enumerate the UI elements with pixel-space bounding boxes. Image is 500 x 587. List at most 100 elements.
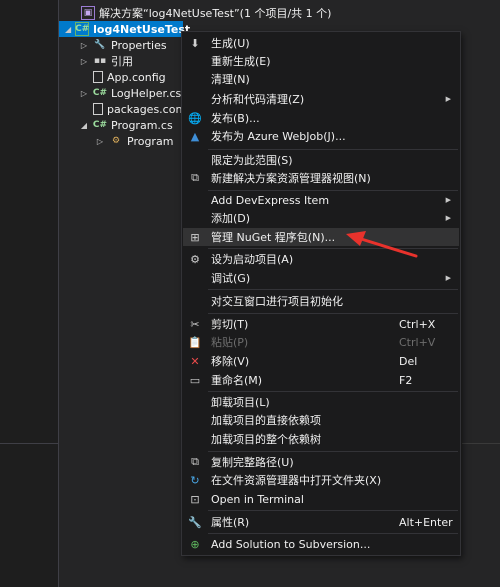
new-view-icon: ⧉ xyxy=(191,171,199,184)
menu-item-load-dep-tree[interactable]: 加载项目的整个依赖树 xyxy=(183,430,459,448)
tree-item-label: Properties xyxy=(111,38,167,52)
expand-arrow-icon[interactable]: ▷ xyxy=(95,137,105,146)
menu-item-label: 复制完整路径(U) xyxy=(211,456,294,469)
tree-item-program-cs[interactable]: ◢ C# Program.cs xyxy=(79,117,173,133)
menu-item-label: 限定为此范围(S) xyxy=(211,154,293,167)
menu-item-label: 添加(D) xyxy=(211,212,251,225)
menu-item-label: 管理 NuGet 程序包(N)... xyxy=(211,231,336,244)
rename-icon: ▭ xyxy=(189,373,201,387)
tree-item-program-class[interactable]: ▷ ⚙ Program xyxy=(95,133,174,149)
menu-item-label: 剪切(T) xyxy=(211,318,249,331)
build-icon: ⬇ xyxy=(190,36,200,50)
tree-item-loghelper[interactable]: ▷ C# LogHelper.cs xyxy=(79,85,181,101)
terminal-icon: ⊡ xyxy=(190,492,200,506)
solution-icon: ▣ xyxy=(81,6,95,20)
menu-item-label: 清理(N) xyxy=(211,73,250,86)
menu-item-rename[interactable]: ▭ 重命名(M) F2 xyxy=(183,371,459,389)
menu-item-interactive-init[interactable]: 对交互窗口进行项目初始化 xyxy=(183,292,459,310)
menu-item-open-terminal[interactable]: ⊡ Open in Terminal xyxy=(183,490,459,508)
menu-item-cut[interactable]: ✂ 剪切(T) Ctrl+X xyxy=(183,315,459,333)
menu-item-load-direct-deps[interactable]: 加载项目的直接依赖项 xyxy=(183,411,459,429)
config-file-icon xyxy=(93,103,103,115)
menu-item-copy-path[interactable]: ⧉ 复制完整路径(U) xyxy=(183,453,459,471)
paste-icon: 📋 xyxy=(188,335,202,349)
menu-item-properties[interactable]: 🔧 属性(R) Alt+Enter xyxy=(183,513,459,531)
tree-item-label: LogHelper.cs xyxy=(111,86,182,100)
gear-icon: ⚙ xyxy=(190,252,200,266)
menu-separator xyxy=(208,533,458,534)
menu-item-shortcut: Alt+Enter xyxy=(399,515,453,529)
menu-item-remove[interactable]: ✕ 移除(V) Del xyxy=(183,352,459,370)
menu-item-label: Open in Terminal xyxy=(211,492,304,506)
expand-arrow-icon[interactable]: ▷ xyxy=(79,89,89,98)
subversion-icon: ⊕ xyxy=(190,537,200,551)
menu-item-scope[interactable]: 限定为此范围(S) xyxy=(183,151,459,169)
menu-item-add[interactable]: 添加(D) ▶ xyxy=(183,209,459,227)
solution-label: 解决方案“log4NetUseTest”(1 个项目/共 1 个) xyxy=(99,7,332,20)
globe-icon: 🌐 xyxy=(188,111,202,125)
menu-item-label: 卸载项目(L) xyxy=(211,396,270,409)
delete-icon: ✕ xyxy=(190,354,200,368)
tree-item-label: 引用 xyxy=(111,55,133,68)
menu-item-clean[interactable]: 清理(N) xyxy=(183,70,459,88)
collapse-arrow-icon[interactable]: ◢ xyxy=(79,121,89,130)
project-node[interactable]: ◢ C# log4NetUseTest xyxy=(59,21,190,37)
expand-arrow-icon[interactable]: ▷ xyxy=(79,41,89,50)
menu-item-devexpress[interactable]: Add DevExpress Item ▶ xyxy=(183,191,459,209)
menu-item-label: 移除(V) xyxy=(211,355,250,368)
left-panel xyxy=(0,0,58,587)
collapse-arrow-icon[interactable]: ◢ xyxy=(65,25,71,34)
menu-item-label: 加载项目的直接依赖项 xyxy=(211,414,321,427)
csharp-file-icon: C# xyxy=(92,120,108,130)
expand-arrow-icon[interactable]: ▷ xyxy=(79,57,89,66)
scissors-icon: ✂ xyxy=(190,317,200,331)
tree-item-label: Program.cs xyxy=(111,118,173,132)
menu-item-build[interactable]: ⬇ 生成(U) xyxy=(183,34,459,52)
menu-item-debug[interactable]: 调试(G) ▶ xyxy=(183,269,459,287)
menu-item-new-view[interactable]: ⧉ 新建解决方案资源管理器视图(N) xyxy=(183,169,459,187)
menu-item-open-folder[interactable]: ↻ 在文件资源管理器中打开文件夹(X) xyxy=(183,471,459,489)
menu-item-shortcut: Ctrl+V xyxy=(399,335,436,349)
azure-icon: ▲ xyxy=(190,129,200,143)
menu-item-label: 对交互窗口进行项目初始化 xyxy=(211,295,343,308)
menu-item-shortcut: Ctrl+X xyxy=(399,317,436,331)
menu-item-label: 重新生成(E) xyxy=(211,55,271,68)
menu-item-publish-azure[interactable]: ▲ 发布为 Azure WebJob(J)... xyxy=(183,127,459,145)
menu-item-manage-nuget[interactable]: ⊞ 管理 NuGet 程序包(N)... xyxy=(183,228,459,246)
tree-item-label: Program xyxy=(127,134,174,148)
csharp-file-icon: C# xyxy=(92,88,108,98)
right-panel-edge xyxy=(462,0,500,587)
submenu-arrow-icon: ▶ xyxy=(445,196,451,204)
menu-item-label: 生成(U) xyxy=(211,37,250,50)
menu-item-label: 设为启动项目(A) xyxy=(211,253,294,266)
tree-item-properties[interactable]: ▷ 🔧 Properties xyxy=(79,37,167,53)
references-icon: ▪▪ xyxy=(93,56,107,66)
menu-item-set-startup[interactable]: ⚙ 设为启动项目(A) xyxy=(183,250,459,268)
tree-item-app-config[interactable]: App.config xyxy=(93,69,166,85)
menu-item-shortcut: F2 xyxy=(399,373,413,387)
menu-item-add-subversion[interactable]: ⊕ Add Solution to Subversion... xyxy=(183,535,459,553)
class-icon: ⚙ xyxy=(111,136,121,146)
panel-divider xyxy=(0,443,58,444)
solution-node[interactable]: ▣ 解决方案“log4NetUseTest”(1 个项目/共 1 个) xyxy=(67,5,331,21)
menu-item-label: 重命名(M) xyxy=(211,374,263,387)
menu-item-label: 新建解决方案资源管理器视图(N) xyxy=(211,172,371,185)
csharp-project-icon: C# xyxy=(75,22,90,36)
menu-separator xyxy=(208,313,458,314)
menu-item-label: 发布为 Azure WebJob(J)... xyxy=(211,130,346,143)
menu-separator xyxy=(208,391,458,392)
submenu-arrow-icon: ▶ xyxy=(445,274,451,282)
menu-item-label: Add Solution to Subversion... xyxy=(211,537,371,551)
menu-item-analyze[interactable]: 分析和代码清理(Z) ▶ xyxy=(183,90,459,108)
menu-item-rebuild[interactable]: 重新生成(E) xyxy=(183,52,459,70)
menu-item-paste[interactable]: 📋 粘贴(P) Ctrl+V xyxy=(183,333,459,351)
menu-separator xyxy=(208,149,458,150)
project-label: log4NetUseTest xyxy=(93,22,191,36)
open-folder-icon: ↻ xyxy=(190,473,200,487)
menu-item-label: 分析和代码清理(Z) xyxy=(211,93,305,106)
menu-item-unload[interactable]: 卸载项目(L) xyxy=(183,393,459,411)
tree-item-references[interactable]: ▷ ▪▪ 引用 xyxy=(79,53,133,69)
menu-separator xyxy=(208,451,458,452)
context-menu: ⬇ 生成(U) 重新生成(E) 清理(N) 分析和代码清理(Z) ▶ 🌐 发布(… xyxy=(181,31,461,556)
menu-item-publish[interactable]: 🌐 发布(B)... xyxy=(183,109,459,127)
